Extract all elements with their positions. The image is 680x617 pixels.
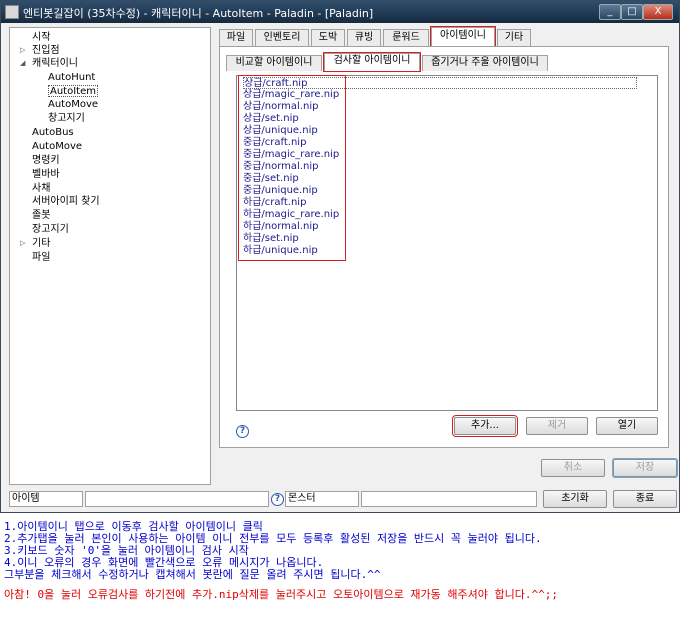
tab-inventory[interactable]: 인벤토리: [255, 29, 309, 47]
tree-item-autobus[interactable]: AutoBus: [32, 127, 74, 139]
tab-gamble[interactable]: 도박: [311, 29, 345, 47]
status-field-blank-1: [85, 491, 269, 507]
tree-item-jolbot[interactable]: 졸봇: [32, 210, 50, 222]
status-field-item: 아이템: [9, 491, 83, 507]
tab-runeword[interactable]: 룬워드: [383, 29, 429, 47]
status-field-blank-2: [361, 491, 537, 507]
main-window: 엔티봇길잡이 (35차수정) - 캐릭터이니 - AutoItem - Pala…: [0, 0, 680, 513]
tree-item-loan[interactable]: 사채: [32, 183, 50, 195]
tree-item-etc[interactable]: 기타: [32, 238, 50, 250]
warning-text: 아참! 0을 눌러 오류검사를 하기전에 추가.nip삭제를 눌러주시고 오토아…: [4, 588, 558, 601]
window-title: 엔티봇길잡이 (35차수정) - 캐릭터이니 - AutoItem - Pala…: [23, 7, 374, 20]
tree-item-automove-2[interactable]: AutoMove: [32, 141, 82, 153]
collapse-icon[interactable]: ◢: [20, 59, 25, 67]
app-icon: [5, 5, 19, 19]
exit-button[interactable]: 종료: [613, 490, 677, 508]
tree-item-command-key[interactable]: 명령키: [32, 155, 60, 167]
maximize-button[interactable]: □: [621, 4, 643, 20]
add-button[interactable]: 추가...: [452, 415, 518, 437]
subtab-compare-items[interactable]: 비교할 아이템이니: [226, 55, 322, 71]
item-ini-panel: 비교할 아이템이니 검사할 아이템이니 줍기거나 주울 아이템이니 상급/cra…: [219, 46, 669, 448]
tree-item-autoitem[interactable]: AutoItem: [48, 85, 98, 97]
tab-etc[interactable]: 기타: [497, 29, 531, 47]
open-button[interactable]: 열기: [596, 417, 658, 435]
status-field-monster: 몬스터: [285, 491, 359, 507]
expand-icon[interactable]: ▷: [20, 239, 25, 247]
title-bar[interactable]: 엔티봇길잡이 (35차수정) - 캐릭터이니 - AutoItem - Pala…: [1, 1, 679, 23]
expand-icon[interactable]: ▷: [20, 46, 25, 54]
save-button[interactable]: 저장: [612, 458, 678, 478]
tree-item-automove[interactable]: AutoMove: [48, 99, 98, 111]
remove-button[interactable]: 제거: [526, 417, 588, 435]
nip-file-list[interactable]: 상급/craft.nip 상급/magic_rare.nip 상급/normal…: [236, 75, 658, 411]
close-button[interactable]: X: [643, 4, 673, 20]
tree-item-file[interactable]: 파일: [32, 252, 50, 264]
minimize-button[interactable]: _: [599, 4, 621, 20]
tree-item-storage-keeper[interactable]: 창고지기: [48, 113, 85, 125]
subtab-check-items[interactable]: 검사할 아이템이니: [323, 52, 421, 72]
subtab-pickup-items[interactable]: 줍기거나 주울 아이템이니: [422, 55, 548, 71]
tree-item-server-ip[interactable]: 서버아이피 찾기: [32, 196, 100, 208]
help-icon[interactable]: ?: [271, 493, 284, 506]
cancel-button[interactable]: 취소: [541, 459, 605, 477]
navigation-tree[interactable]: 시작 ▷ 진입점 ◢ 캐릭터이니 AutoHunt AutoItem AutoM…: [9, 27, 211, 485]
tab-item-ini[interactable]: 아이템이니: [430, 26, 496, 48]
tree-item-autohunt[interactable]: AutoHunt: [48, 72, 95, 84]
tree-item-character[interactable]: 캐릭터이니: [32, 58, 78, 70]
tree-item-warehouse[interactable]: 장고지기: [32, 224, 69, 236]
tree-item-bell[interactable]: 벨바바: [32, 169, 60, 181]
instruction-line-5: 그부분을 체크해서 수정하거나 캡쳐해서 봇란에 질문 올려 주시면 됩니다.^…: [4, 568, 381, 581]
highlight-box: [238, 75, 346, 261]
tree-item-entry[interactable]: 진입점: [32, 45, 60, 57]
help-icon[interactable]: ?: [236, 425, 249, 438]
tab-cubing[interactable]: 큐빙: [347, 29, 381, 47]
tree-item-start[interactable]: 시작: [32, 32, 50, 44]
reset-button[interactable]: 초기화: [543, 490, 607, 508]
tab-file[interactable]: 파일: [219, 29, 253, 47]
